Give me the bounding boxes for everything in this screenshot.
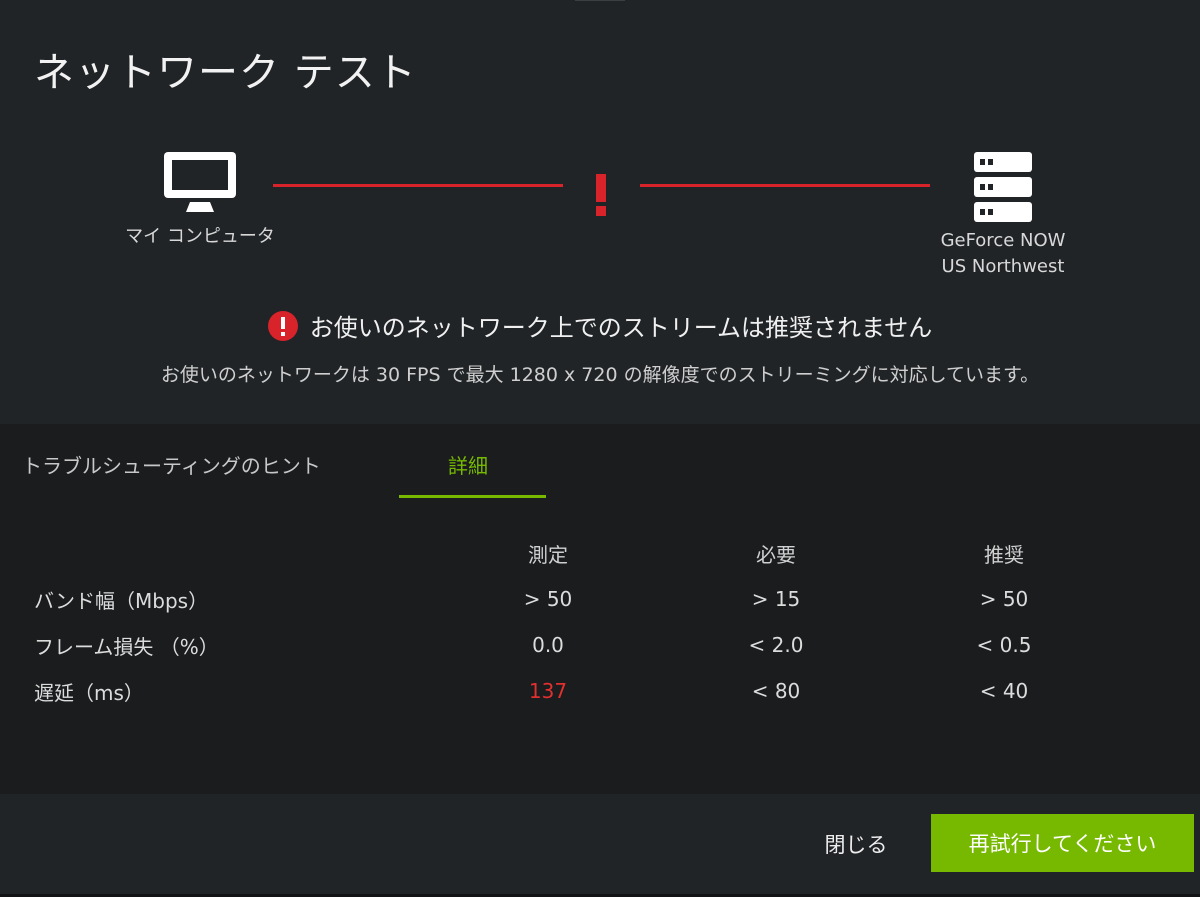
status-headline: お使いのネットワーク上でのストリームは推奨されません bbox=[309, 314, 933, 342]
metric-recommended: < 40 bbox=[979, 679, 1029, 703]
server-label: GeForce NOW US Northwest bbox=[928, 228, 1078, 280]
header-empty bbox=[22, 530, 434, 576]
metric-label: 遅延（ms） bbox=[34, 680, 144, 705]
status-headline-row: お使いのネットワーク上でのストリームは推奨されません bbox=[0, 308, 1200, 343]
close-button[interactable]: 閉じる bbox=[806, 828, 906, 860]
connection-line-left bbox=[273, 184, 563, 187]
retry-button[interactable]: 再試行してください bbox=[931, 814, 1194, 872]
status-detail: お使いのネットワークは 30 FPS で最大 1280 x 720 の解像度での… bbox=[160, 364, 1040, 386]
alert-icon bbox=[267, 311, 298, 341]
metric-label: フレーム損失 （%） bbox=[34, 634, 219, 659]
metric-required: < 80 bbox=[751, 679, 801, 703]
active-tab-indicator bbox=[399, 495, 546, 498]
metric-measured: > 50 bbox=[523, 587, 573, 611]
tab-details[interactable]: 詳細 bbox=[448, 450, 488, 479]
client-label: マイ コンピュータ bbox=[125, 226, 275, 247]
metric-required: > 15 bbox=[751, 587, 801, 611]
metric-label: バンド幅（Mbps） bbox=[34, 588, 209, 613]
exclamation-icon bbox=[587, 168, 615, 220]
table-header-row: 測定 必要 推奨 bbox=[22, 530, 1118, 576]
server-region: US Northwest bbox=[941, 256, 1065, 277]
server-node: GeForce NOW US Northwest bbox=[928, 150, 1078, 280]
dialog-footer: 閉じる 再試行してください bbox=[0, 794, 1200, 897]
table-row: 遅延（ms） 137 < 80 < 40 bbox=[22, 668, 1118, 714]
metric-required: < 2.0 bbox=[748, 633, 804, 657]
tab-troubleshooting[interactable]: トラブルシューティングのヒント bbox=[22, 450, 321, 479]
server-name: GeForce NOW bbox=[940, 230, 1066, 251]
metric-recommended: < 0.5 bbox=[976, 633, 1032, 657]
header-required: 必要 bbox=[756, 542, 796, 567]
metric-measured: 137 bbox=[528, 679, 568, 703]
header-recommended: 推奨 bbox=[984, 542, 1024, 567]
connection-line-right bbox=[640, 184, 930, 187]
server-icon bbox=[974, 152, 1032, 222]
client-node: マイ コンピュータ bbox=[120, 150, 280, 250]
details-panel: トラブルシューティングのヒント 詳細 測定 必要 推奨 バンド幅（Mbps） >… bbox=[0, 424, 1200, 794]
metric-recommended: > 50 bbox=[979, 587, 1029, 611]
metric-measured: 0.0 bbox=[532, 633, 564, 657]
monitor-icon bbox=[164, 152, 236, 212]
page-title: ネットワーク テスト bbox=[34, 50, 417, 96]
table-row: フレーム損失 （%） 0.0 < 2.0 < 0.5 bbox=[22, 622, 1118, 668]
top-divider bbox=[575, 0, 625, 1]
table-row: バンド幅（Mbps） > 50 > 15 > 50 bbox=[22, 576, 1118, 622]
header-measured: 測定 bbox=[528, 542, 568, 567]
network-test-dialog: ネットワーク テスト マイ コンピュータ GeForce NOW US Nort… bbox=[0, 0, 1200, 897]
metrics-table: 測定 必要 推奨 バンド幅（Mbps） > 50 > 15 > 50 フレーム損… bbox=[22, 530, 1118, 714]
